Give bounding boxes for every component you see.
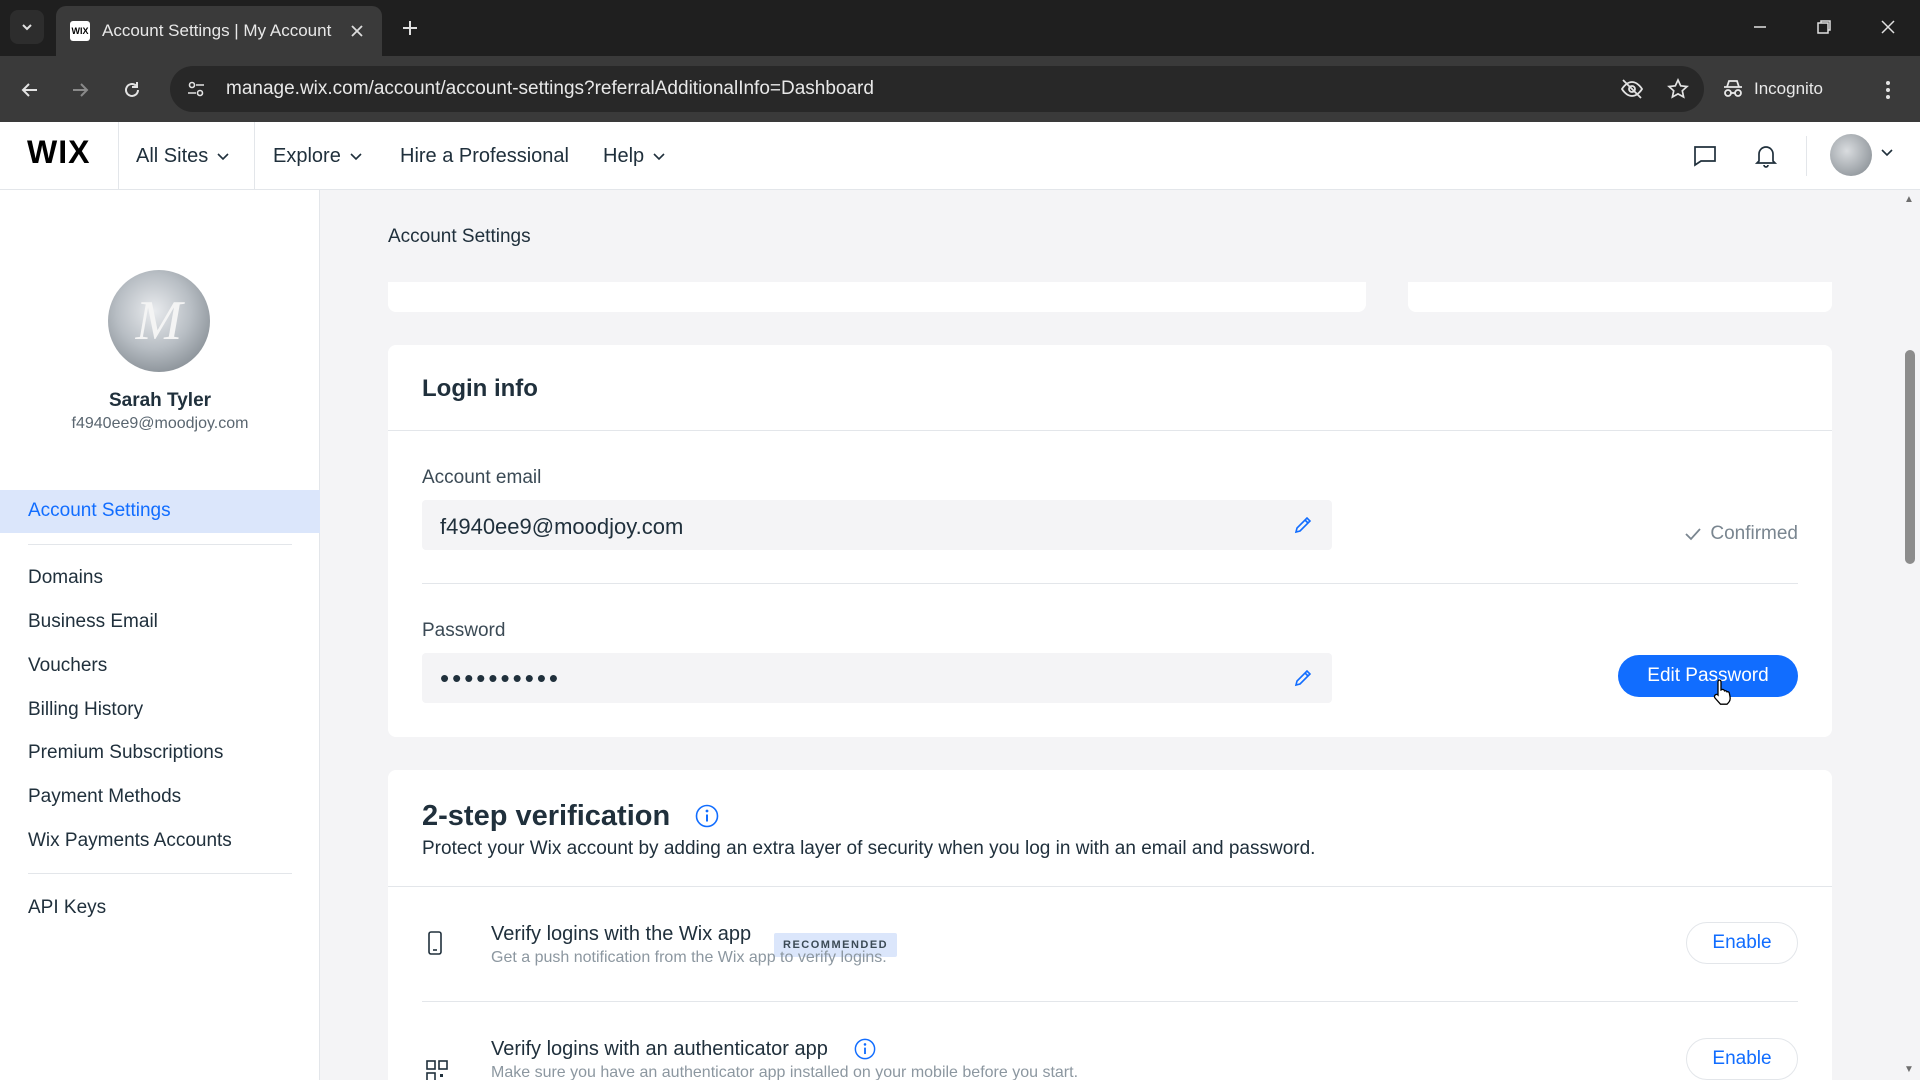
chat-icon[interactable] (1688, 139, 1722, 173)
sidebar-item-account-settings[interactable]: Account Settings (0, 490, 320, 533)
explore-label: Explore (273, 144, 341, 167)
previous-card-bottom (1408, 282, 1832, 312)
authenticator-option-subtitle: Make sure you have an authenticator app … (491, 1064, 1079, 1080)
edit-email-pencil-icon[interactable] (1292, 514, 1314, 536)
incognito-icon (1724, 80, 1742, 97)
divider (118, 122, 119, 190)
previous-card-bottom (388, 282, 1366, 312)
mouse-pointer-hand-icon (1712, 678, 1734, 711)
divider (388, 430, 1832, 431)
divider (388, 886, 1832, 887)
login-info-title: Login info (422, 375, 538, 402)
divider (1806, 136, 1807, 176)
password-label: Password (422, 620, 506, 641)
profile-name: Sarah Tyler (108, 390, 212, 411)
divider (422, 1001, 1798, 1002)
tab-close-icon[interactable] (346, 20, 368, 42)
browser-toolbar: manage.wix.com/account/account-settings?… (0, 56, 1920, 122)
new-tab-plus-icon[interactable] (396, 14, 424, 42)
forward-arrow-icon[interactable] (62, 72, 98, 108)
sidebar-item-wix-payments-accounts[interactable]: Wix Payments Accounts (28, 830, 232, 852)
sidebar-item-premium-subscriptions[interactable]: Premium Subscriptions (28, 742, 223, 764)
wix-app-option-title: Verify logins with the Wix app (491, 923, 752, 945)
browser-tab[interactable]: WIX Account Settings | My Account (56, 6, 382, 56)
divider (28, 873, 292, 874)
login-info-card: Login info Account email f4940ee9@moodjo… (388, 345, 1832, 737)
chevron-down-icon (349, 149, 363, 163)
browser-tab-bar: WIX Account Settings | My Account (0, 0, 1920, 56)
wix-logo[interactable]: WIX (27, 134, 90, 171)
edit-password-button[interactable]: Edit Password (1618, 655, 1798, 697)
help-label: Help (603, 144, 645, 167)
incognito-indicator[interactable]: Incognito (1722, 71, 1823, 107)
sidebar-item-api-keys[interactable]: API Keys (28, 897, 106, 919)
edit-password-pencil-icon[interactable] (1292, 667, 1314, 689)
account-email-label: Account email (422, 467, 542, 488)
address-bar[interactable]: manage.wix.com/account/account-settings?… (170, 66, 1704, 112)
bookmark-star-icon[interactable] (1658, 69, 1698, 109)
minimize-icon[interactable] (1740, 10, 1780, 44)
scroll-up-arrow-icon[interactable]: ▲ (1904, 194, 1914, 205)
sidebar-item-business-email[interactable]: Business Email (28, 611, 158, 633)
restore-icon[interactable] (1804, 10, 1844, 44)
page-scrollbar[interactable]: ▲ ▼ (1900, 190, 1920, 1080)
site-info-tune-icon[interactable] (176, 69, 216, 109)
sidebar-item-payment-methods[interactable]: Payment Methods (28, 786, 181, 808)
email-confirmed-status: Confirmed (1684, 523, 1798, 545)
two-step-description: Protect your Wix account by adding an ex… (422, 838, 1316, 859)
divider (28, 544, 292, 545)
scroll-down-arrow-icon[interactable]: ▼ (1904, 1064, 1914, 1075)
confirmed-label: Confirmed (1710, 523, 1798, 544)
enable-authenticator-button[interactable]: Enable (1686, 1038, 1798, 1080)
help-menu[interactable]: Help (603, 122, 666, 190)
authenticator-option-title: Verify logins with an authenticator app (491, 1038, 828, 1060)
hire-a-professional-link[interactable]: Hire a Professional (400, 122, 569, 190)
password-masked-value: •••••••••• (440, 663, 562, 693)
two-step-verification-card: 2-step verification Protect your Wix acc… (388, 770, 1832, 1080)
profile-avatar: M (108, 270, 210, 372)
scrollbar-thumb[interactable] (1905, 350, 1915, 564)
qr-code-icon (426, 1060, 448, 1080)
eye-off-icon[interactable] (1612, 69, 1652, 109)
wix-favicon-icon: WIX (70, 21, 90, 41)
page-title: Account Settings (388, 226, 531, 247)
chevron-down-icon (652, 149, 666, 163)
all-sites-menu[interactable]: All Sites (136, 122, 230, 190)
wix-top-bar: WIX All Sites Explore Hire a Professiona… (0, 122, 1920, 190)
sidebar-item-label: Account Settings (28, 500, 171, 521)
reload-icon[interactable] (114, 72, 150, 108)
info-icon[interactable] (854, 1038, 876, 1060)
sidebar-item-vouchers[interactable]: Vouchers (28, 655, 107, 677)
divider (254, 122, 255, 190)
account-email-field[interactable]: f4940ee9@moodjoy.com (422, 500, 1332, 550)
tab-title: Account Settings | My Account (102, 21, 332, 40)
sidebar: M Sarah Tyler f4940ee9@moodjoy.com Accou… (0, 190, 320, 1080)
tab-search-chevron-icon[interactable] (10, 10, 44, 44)
chevron-down-icon (216, 149, 230, 163)
info-icon[interactable] (695, 804, 719, 828)
password-field[interactable]: •••••••••• (422, 653, 1332, 703)
user-avatar[interactable] (1830, 134, 1872, 176)
notifications-bell-icon[interactable] (1749, 139, 1783, 173)
url-text: manage.wix.com/account/account-settings?… (226, 78, 874, 99)
hire-label: Hire a Professional (400, 144, 569, 167)
all-sites-label: All Sites (136, 144, 209, 167)
explore-menu[interactable]: Explore (273, 122, 363, 190)
two-step-title: 2-step verification (422, 800, 671, 832)
incognito-label: Incognito (1754, 79, 1823, 98)
chevron-down-icon[interactable] (1880, 145, 1894, 164)
checkmark-icon (1685, 528, 1702, 541)
avatar-monogram: M (135, 290, 183, 352)
mobile-phone-icon (426, 930, 444, 961)
account-email-value: f4940ee9@moodjoy.com (440, 514, 684, 539)
profile-email: f4940ee9@moodjoy.com (71, 415, 249, 432)
back-arrow-icon[interactable] (12, 72, 48, 108)
browser-menu-icon[interactable] (1872, 72, 1904, 108)
sidebar-item-billing-history[interactable]: Billing History (28, 699, 143, 721)
divider (422, 583, 1798, 584)
sidebar-item-domains[interactable]: Domains (28, 567, 103, 589)
wix-app-option-subtitle: Get a push notification from the Wix app… (491, 949, 887, 966)
window-close-icon[interactable] (1868, 10, 1908, 44)
enable-wix-app-button[interactable]: Enable (1686, 922, 1798, 964)
